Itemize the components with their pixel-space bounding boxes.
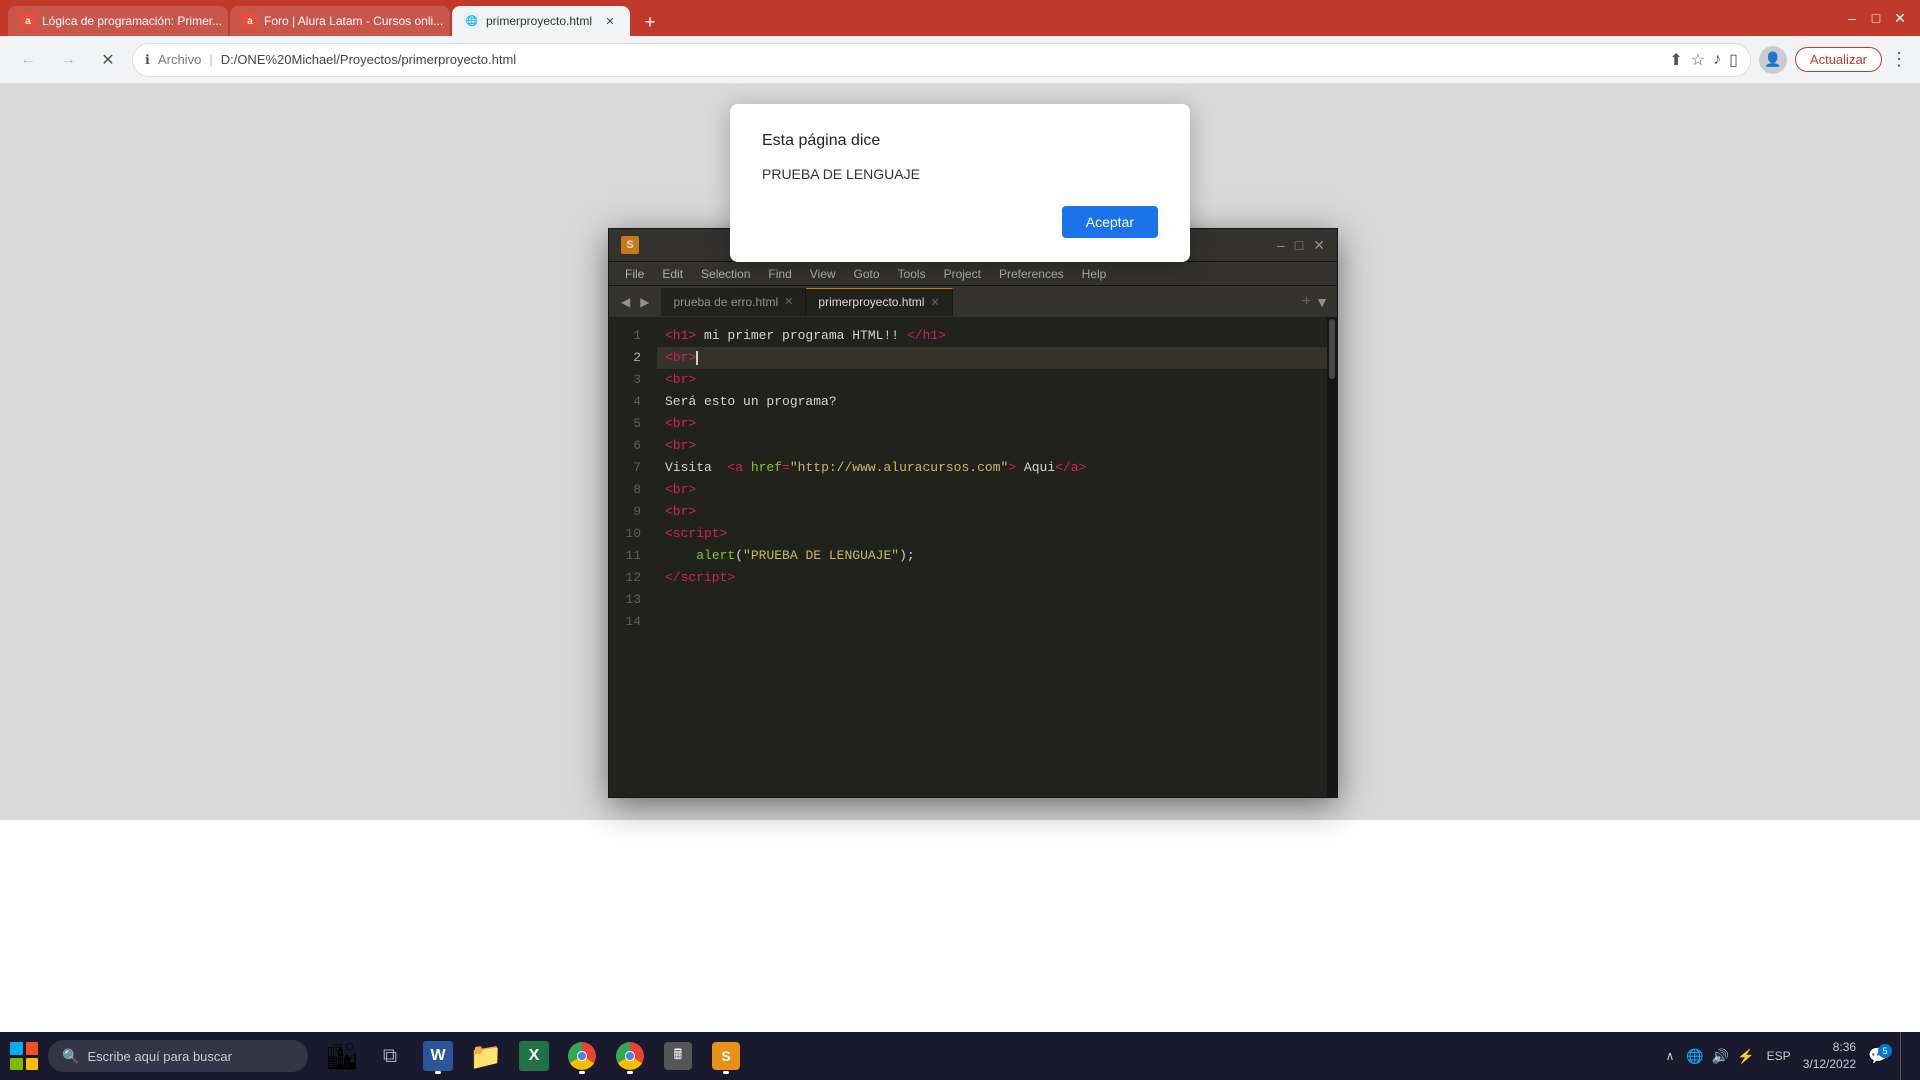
taskbar-app-word[interactable]: W <box>416 1034 460 1078</box>
maximize-button[interactable]: □ <box>1868 10 1884 26</box>
close-button[interactable]: ✕ <box>1892 10 1908 26</box>
forward-button[interactable]: → <box>52 44 84 76</box>
address-text: D:/ONE%20Michael/Proyectos/primerproyect… <box>221 52 517 67</box>
chrome-icon-2 <box>616 1042 644 1070</box>
taskbar-app-chrome2[interactable] <box>608 1034 652 1078</box>
tab2-favicon: a <box>242 13 258 29</box>
back-button[interactable]: ← <box>12 44 44 76</box>
address-bar[interactable]: ℹ Archivo | D:/ONE%20Michael/Proyectos/p… <box>132 43 1751 77</box>
word-icon: W <box>423 1041 453 1071</box>
add-tab-button[interactable]: + <box>636 8 664 36</box>
sublime-indicator <box>723 1071 729 1074</box>
taskbar-app-excel[interactable]: X <box>512 1034 556 1078</box>
word-indicator <box>435 1071 441 1074</box>
minimize-button[interactable]: – <box>1844 10 1860 26</box>
media-icon[interactable]: ♪ <box>1713 51 1721 69</box>
taskbar-app-chrome1[interactable] <box>560 1034 604 1078</box>
show-desktop-button[interactable] <box>1900 1032 1908 1080</box>
browser-tab-1[interactable]: a Lógica de programación: Primer... ✕ <box>8 6 228 36</box>
menu-icon[interactable]: ⋮ <box>1890 49 1908 70</box>
tray-expand-icon[interactable]: ∧ <box>1666 1049 1675 1063</box>
time-display: 8:36 <box>1803 1039 1856 1056</box>
date-display: 3/12/2022 <box>1803 1056 1856 1073</box>
excel-icon: X <box>519 1041 549 1071</box>
address-separator: | <box>209 52 212 67</box>
taskbar-search[interactable]: 🔍 Escribe aquí para buscar <box>48 1040 308 1072</box>
browser-tab-2[interactable]: a Foro | Alura Latam - Cursos onli... ✕ <box>230 6 450 36</box>
alert-buttons: Aceptar <box>762 206 1158 238</box>
tab1-favicon: a <box>20 13 36 29</box>
taskbar-app-city[interactable]: 🏙 <box>320 1034 364 1078</box>
time-date: 8:36 3/12/2022 <box>1803 1039 1856 1073</box>
tray-network-icon[interactable]: 🌐 <box>1686 1048 1703 1065</box>
start-button[interactable] <box>0 1032 48 1080</box>
chrome1-indicator <box>579 1071 585 1074</box>
folder-icon: 📁 <box>470 1041 502 1072</box>
search-icon: 🔍 <box>62 1048 79 1065</box>
sublime-taskbar-icon: S <box>712 1042 740 1070</box>
start-icon <box>10 1042 38 1070</box>
tab3-close[interactable]: ✕ <box>602 13 618 29</box>
share-icon[interactable]: ⬆ <box>1669 50 1682 70</box>
tab3-favicon: 🌐 <box>464 13 480 29</box>
alert-message: PRUEBA DE LENGUAJE <box>762 166 1158 182</box>
reload-button[interactable]: ✕ <box>92 44 124 76</box>
tray-volume-icon[interactable]: 🔊 <box>1712 1048 1729 1065</box>
alert-title: Esta página dice <box>762 132 1158 150</box>
chrome-icon-1 <box>568 1042 596 1070</box>
tab1-label: Lógica de programación: Primer... <box>42 14 222 28</box>
sidebar-icon[interactable]: ▯ <box>1729 50 1738 70</box>
city-icon: 🏙 <box>325 1041 358 1072</box>
notification-badge: 5 <box>1878 1044 1892 1058</box>
browser-window: a Lógica de programación: Primer... ✕ a … <box>0 0 1920 820</box>
taskbar-app-sublime[interactable]: S <box>704 1034 748 1078</box>
taskbar-app-explorer[interactable]: 📁 <box>464 1034 508 1078</box>
taskbar-app-taskview[interactable]: ⧉ <box>368 1034 412 1078</box>
update-button[interactable]: Actualizar <box>1795 47 1882 72</box>
alert-dialog: Esta página dice PRUEBA DE LENGUAJE Acep… <box>730 104 1190 262</box>
browser-title-bar: a Lógica de programación: Primer... ✕ a … <box>0 0 1920 36</box>
browser-content: Esta página dice PRUEBA DE LENGUAJE Acep… <box>0 84 1920 820</box>
profile-icon[interactable]: 👤 <box>1759 46 1787 74</box>
notification-button[interactable]: 💬 5 <box>1868 1046 1888 1066</box>
archive-label: Archivo <box>158 52 201 67</box>
calculator-icon: 🖩 <box>664 1042 692 1070</box>
browser-window-controls: – □ ✕ <box>1844 10 1912 26</box>
tab3-label: primerproyecto.html <box>486 14 592 28</box>
browser-nav-bar: ← → ✕ ℹ Archivo | D:/ONE%20Michael/Proye… <box>0 36 1920 84</box>
tray-icons: 🌐 🔊 ⚡ <box>1686 1048 1754 1065</box>
tab2-label: Foro | Alura Latam - Cursos onli... <box>264 14 443 28</box>
archive-icon: ℹ <box>145 52 150 68</box>
browser-tab-3[interactable]: 🌐 primerproyecto.html ✕ <box>452 6 630 36</box>
taskbar-app-calculator[interactable]: 🖩 <box>656 1034 700 1078</box>
taskbar-apps: 🏙 ⧉ W 📁 X <box>320 1034 748 1078</box>
taskbar: 🔍 Escribe aquí para buscar 🏙 ⧉ W 📁 X <box>0 1032 1920 1080</box>
search-placeholder-text: Escribe aquí para buscar <box>87 1049 232 1064</box>
tabs-bar: a Lógica de programación: Primer... ✕ a … <box>8 0 1844 36</box>
aceptar-button[interactable]: Aceptar <box>1062 206 1158 238</box>
tray-battery-icon[interactable]: ⚡ <box>1737 1048 1754 1065</box>
chrome2-indicator <box>627 1071 633 1074</box>
alert-overlay: Esta página dice PRUEBA DE LENGUAJE Acep… <box>0 84 1920 820</box>
language-indicator[interactable]: ESP <box>1767 1049 1791 1063</box>
bookmark-icon[interactable]: ☆ <box>1691 50 1705 70</box>
taskview-icon: ⧉ <box>383 1045 397 1068</box>
address-right-icons: ⬆ ☆ ♪ ▯ <box>1669 50 1738 70</box>
taskbar-right: ∧ 🌐 🔊 ⚡ ESP 8:36 3/12/2022 💬 5 <box>1666 1032 1920 1080</box>
